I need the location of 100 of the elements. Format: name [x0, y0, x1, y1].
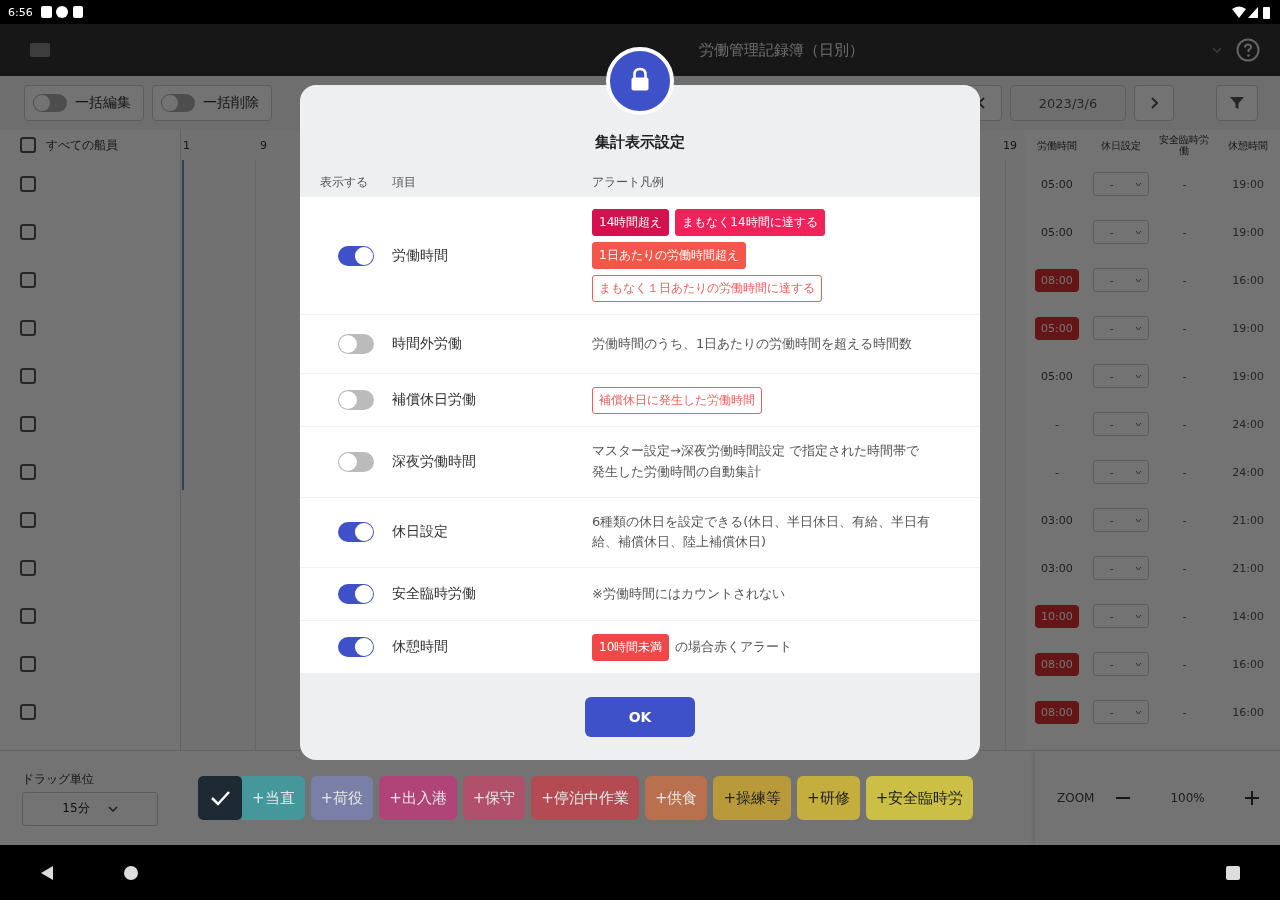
row-checkbox[interactable]	[20, 704, 36, 720]
help-icon[interactable]	[1236, 38, 1260, 62]
row-checkbox[interactable]	[20, 224, 36, 240]
holiday-select[interactable]: -	[1092, 172, 1149, 196]
select-all-checkbox[interactable]	[20, 137, 36, 153]
holiday-select[interactable]: -	[1092, 604, 1149, 628]
task-button[interactable]: +荷役	[310, 776, 374, 820]
caret-icon	[1134, 181, 1142, 187]
alert-badge: まもなく14時間に達する	[675, 209, 825, 236]
legend-text: 6種類の休日を設定できる(休日、半日休日、有給、半日有給、補償休日、陸上補償休日)	[592, 512, 932, 552]
holiday-select[interactable]: -	[1092, 220, 1149, 244]
caret-icon	[1134, 661, 1142, 667]
safety-cell: -	[1182, 225, 1187, 239]
status-time: 6:56	[8, 5, 33, 19]
row-checkbox[interactable]	[20, 320, 36, 336]
alert-badge: 補償休日に発生した労働時間	[592, 386, 762, 414]
toggle-switch[interactable]	[338, 522, 374, 543]
caret-icon	[1134, 517, 1142, 523]
safety-cell: -	[1182, 561, 1187, 575]
rest-time-cell: 24:00	[1232, 465, 1264, 479]
row-checkbox[interactable]	[20, 272, 36, 288]
zoom-in-icon[interactable]	[1244, 791, 1259, 805]
task-button[interactable]: +当直	[242, 776, 305, 820]
zoom-label: ZOOM	[1057, 791, 1095, 805]
item-label: 深夜労働時間	[392, 452, 477, 471]
item-label: 補償休日労働	[392, 391, 477, 409]
rest-time-cell: 21:00	[1232, 561, 1264, 575]
safety-cell: -	[1182, 417, 1187, 431]
holiday-select[interactable]: -	[1092, 412, 1149, 436]
hour-label: 1	[183, 138, 190, 152]
task-button[interactable]: +操練等	[713, 776, 792, 820]
safety-cell: -	[1182, 369, 1187, 383]
rest-time-cell: 14:00	[1232, 609, 1264, 623]
holiday-select[interactable]: -	[1092, 652, 1149, 676]
alert-badge: 10時間未満	[592, 633, 670, 661]
toggle-switch[interactable]	[338, 334, 374, 354]
column-header: アラート凡例	[592, 174, 664, 191]
task-button[interactable]: +供食	[644, 776, 708, 820]
date-field[interactable]: 2023/3/6	[1010, 85, 1126, 121]
toggle-switch[interactable]	[338, 245, 374, 266]
row-checkbox[interactable]	[20, 608, 36, 624]
task-button[interactable]: +停泊中作業	[531, 776, 639, 820]
work-time-cell: 10:00	[1035, 604, 1079, 628]
ok-button[interactable]: OK	[585, 697, 695, 738]
drag-unit-select[interactable]: 15分	[22, 791, 158, 826]
caret-icon	[1134, 469, 1142, 475]
toggle-switch[interactable]	[338, 637, 374, 658]
row-checkbox[interactable]	[20, 176, 36, 192]
holiday-select[interactable]: -	[1092, 508, 1149, 532]
row-checkbox[interactable]	[20, 368, 36, 384]
item-label: 安全臨時労働	[392, 585, 477, 604]
column-header: 表示する	[320, 174, 369, 191]
toggle-switch[interactable]	[338, 390, 374, 410]
task-button[interactable]: +出入港	[379, 776, 457, 820]
row-checkbox[interactable]	[20, 656, 36, 672]
caret-icon	[1134, 277, 1142, 283]
alert-badge: まもなく１日あたりの労働時間に達する	[592, 275, 822, 302]
safety-cell: -	[1182, 705, 1187, 719]
holiday-select[interactable]: -	[1092, 316, 1149, 340]
safety-cell: -	[1182, 177, 1187, 191]
holiday-select[interactable]: -	[1092, 556, 1149, 580]
back-icon[interactable]	[40, 864, 54, 881]
row-checkbox[interactable]	[20, 512, 36, 528]
dialog-title: 集計表示設定	[594, 133, 686, 152]
caret-icon	[1134, 709, 1142, 715]
legend-text: マスター設定→深夜労働時間設定 で指定された時間帯で発生した労働時間の自動集計	[592, 442, 921, 481]
rest-time-cell: 19:00	[1232, 225, 1264, 239]
hour-label: 19	[1003, 138, 1017, 152]
rest-time-cell: 24:00	[1232, 417, 1264, 431]
row-checkbox[interactable]	[20, 464, 36, 480]
column-header: 休日設定	[1099, 139, 1142, 151]
work-time-cell-text: 05:00	[1040, 176, 1074, 193]
row-checkbox[interactable]	[20, 416, 36, 432]
caret-icon	[1134, 229, 1142, 235]
legend-text: の場合赤くアラート	[675, 637, 793, 656]
rest-time-cell: 16:00	[1232, 657, 1264, 671]
safety-cell: -	[1182, 657, 1187, 671]
task-button[interactable]: +安全臨時労	[865, 776, 974, 820]
home-icon[interactable]	[124, 865, 138, 880]
next-day-button[interactable]	[1134, 85, 1174, 121]
recents-icon[interactable]	[1226, 865, 1240, 880]
bulk-toggle-button[interactable]: 一括編集	[24, 85, 144, 121]
task-button[interactable]: +研修	[797, 776, 860, 820]
task-button[interactable]: +保守	[462, 776, 526, 820]
work-time-cell-text: -	[1053, 416, 1060, 433]
filter-button[interactable]	[1216, 85, 1258, 121]
drag-unit-label: ドラッグ単位	[22, 770, 95, 788]
holiday-select[interactable]: -	[1092, 460, 1149, 484]
row-checkbox[interactable]	[20, 560, 36, 576]
safety-cell: -	[1182, 273, 1187, 287]
holiday-select[interactable]: -	[1092, 268, 1149, 292]
item-label: 労働時間	[392, 246, 449, 265]
toggle-switch[interactable]	[338, 451, 374, 472]
holiday-select[interactable]: -	[1092, 700, 1149, 724]
toggle-switch[interactable]	[338, 584, 374, 605]
alert-badge: 14時間超え	[592, 209, 670, 236]
legend-text: ※労働時間にはカウントされない	[592, 584, 785, 603]
holiday-select[interactable]: -	[1092, 364, 1149, 388]
bulk-toggle-button[interactable]: 一括削除	[152, 85, 272, 121]
work-time-cell: 08:00	[1035, 700, 1079, 724]
